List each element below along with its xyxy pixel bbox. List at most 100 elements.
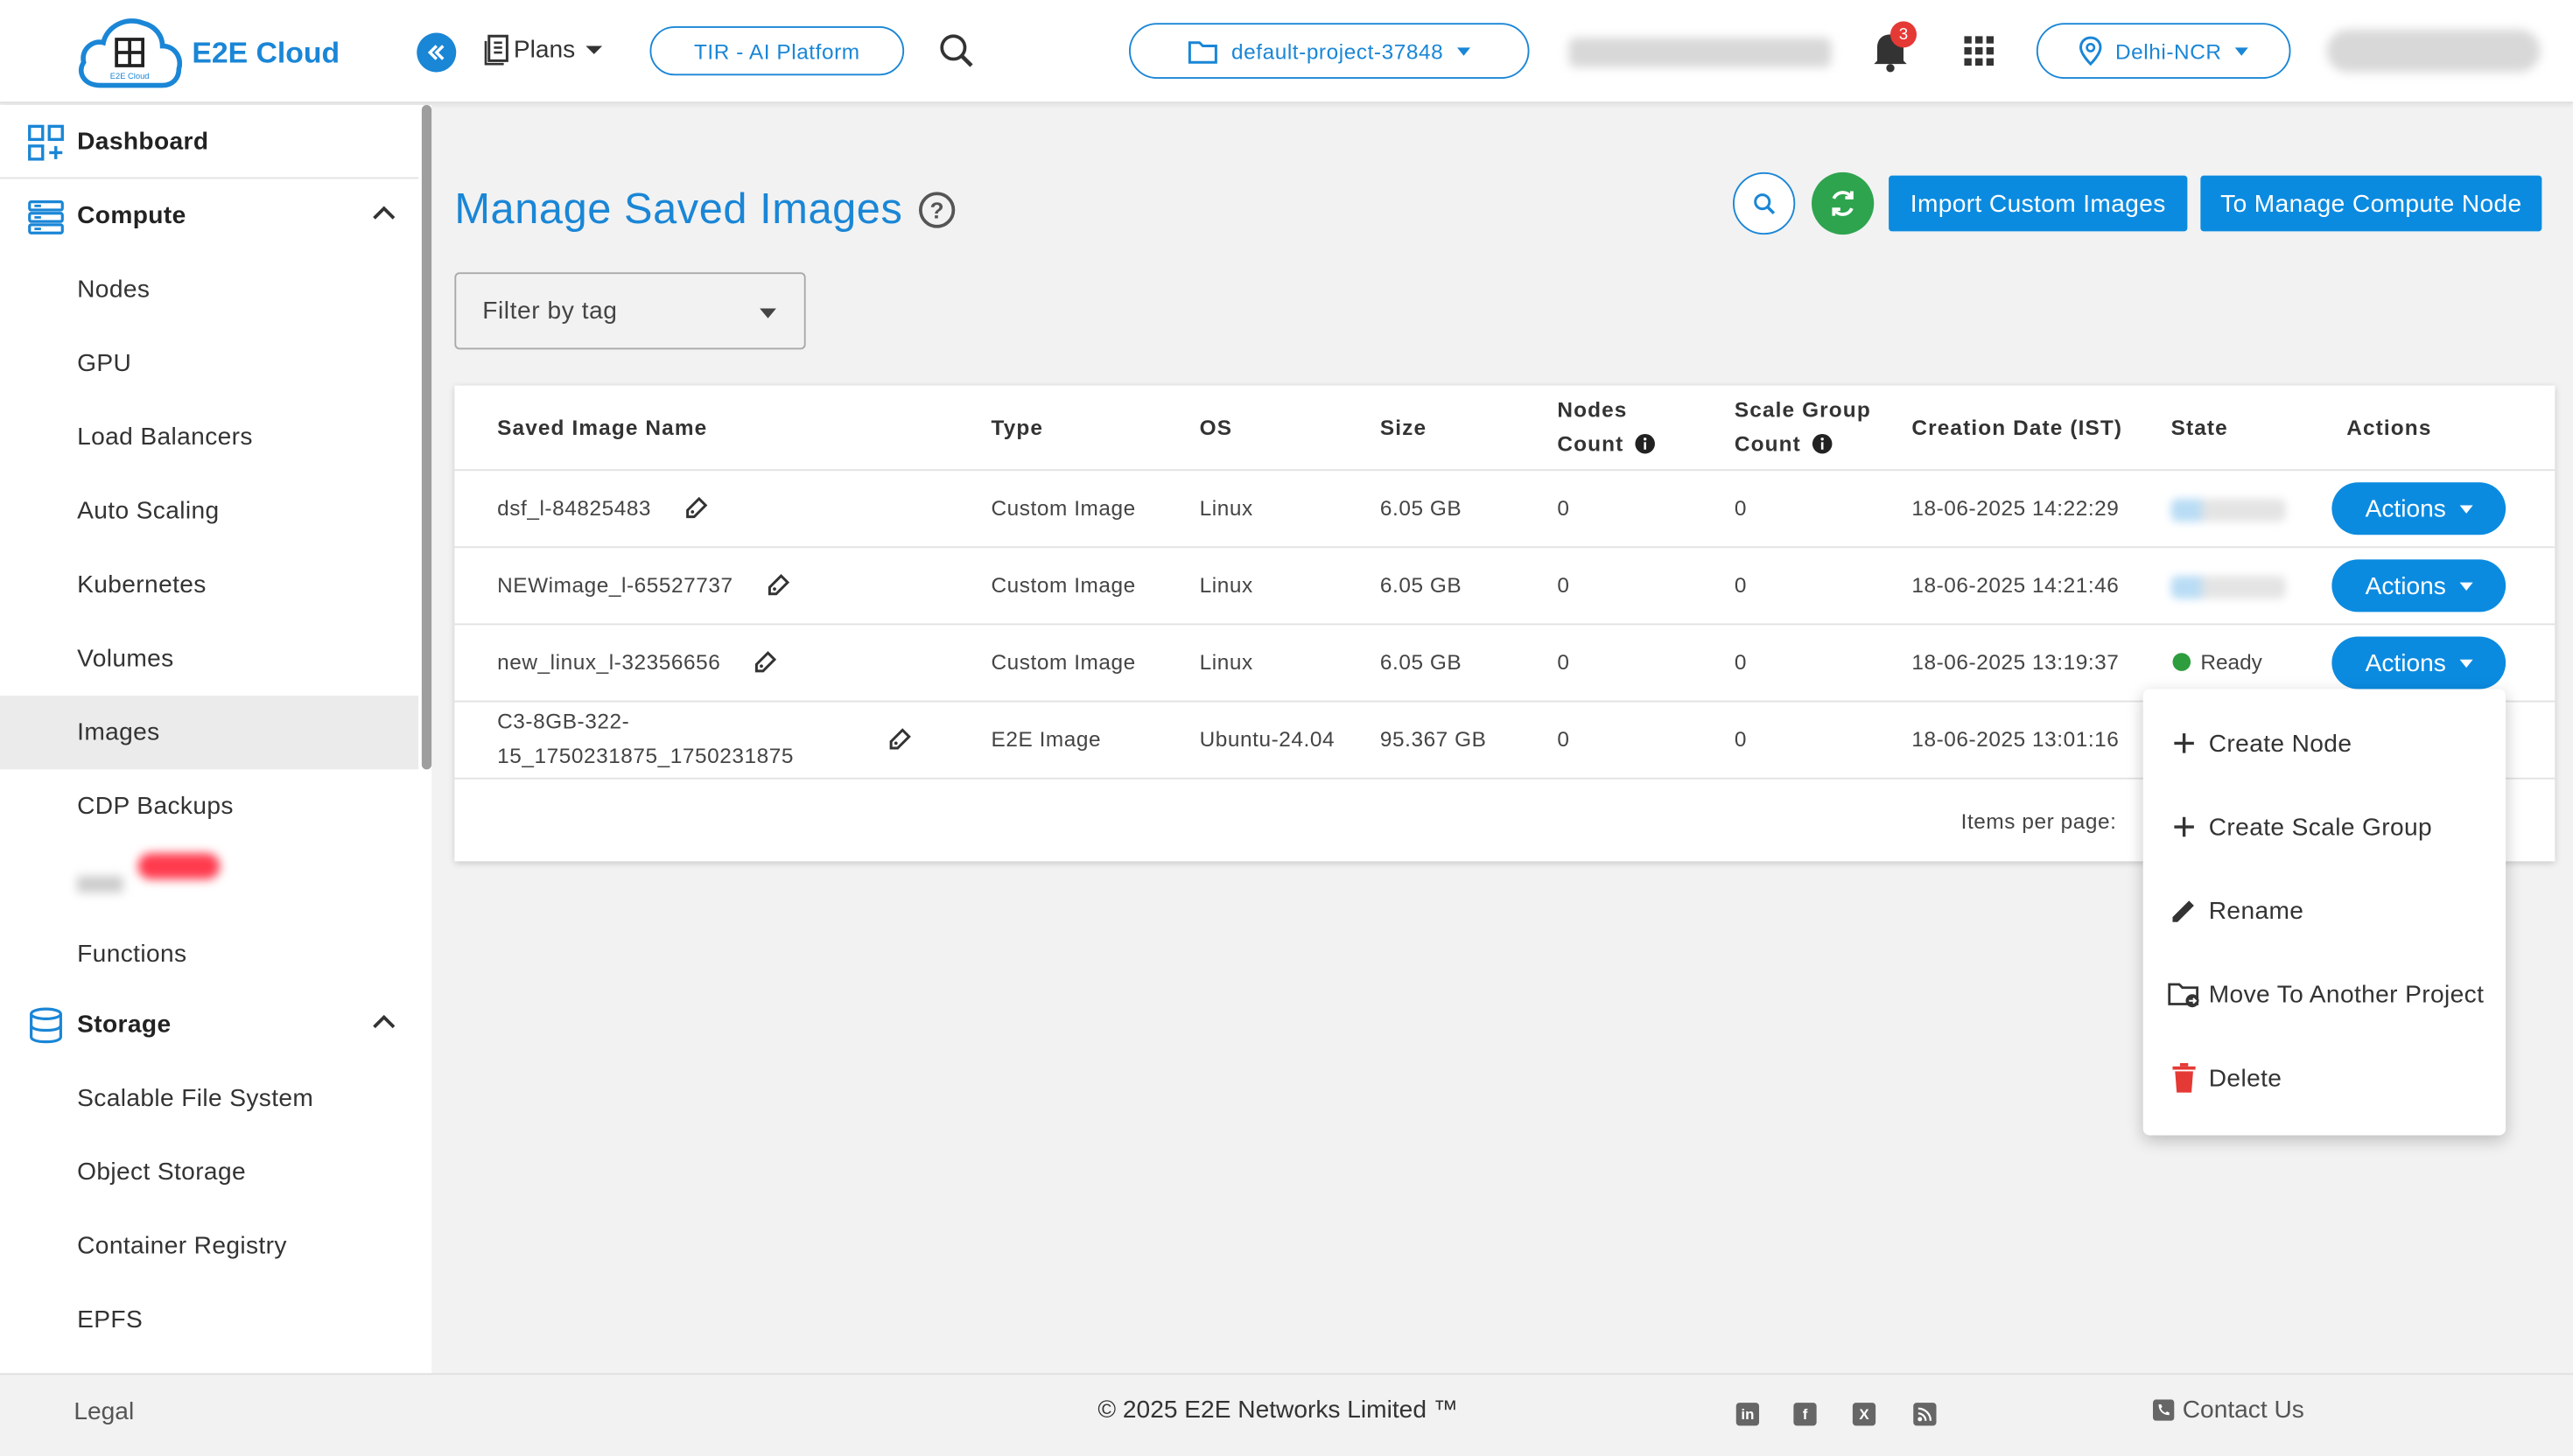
nodes-count: 0 <box>1557 649 1570 675</box>
image-name: new_linux_l-32356656 <box>497 649 721 675</box>
plus-icon <box>2168 727 2201 760</box>
plans-menu[interactable]: Plans <box>484 33 602 66</box>
sidebar-item-label: Kubernetes <box>77 570 207 599</box>
redacted-state <box>2170 576 2286 599</box>
redacted-user-menu[interactable] <box>2326 29 2541 73</box>
menu-item-create-scale-group[interactable]: Create Scale Group <box>2143 791 2506 864</box>
linkedin-icon[interactable]: in <box>1735 1403 1759 1426</box>
actions-button[interactable]: Actions <box>2331 482 2506 536</box>
items-per-page-label: Items per page: <box>1960 808 2117 834</box>
menu-item-delete[interactable]: Delete <box>2143 1042 2506 1115</box>
column-header-size[interactable]: Size <box>1380 410 1427 444</box>
edit-tag-icon[interactable] <box>887 727 913 753</box>
x-twitter-icon[interactable]: X <box>1852 1403 1876 1426</box>
sidebar-item-redacted[interactable] <box>0 844 418 917</box>
chevron-up-icon[interactable] <box>373 1014 396 1031</box>
sidebar-item-kubernetes[interactable]: Kubernetes <box>0 548 418 621</box>
column-header-type[interactable]: Type <box>992 410 1044 444</box>
chevron-up-icon[interactable] <box>373 205 396 221</box>
region-label: Delhi-NCR <box>2115 38 2222 64</box>
redacted-badge <box>137 853 221 879</box>
column-header-scale-group-count[interactable]: Scale Group Count <box>1735 392 1871 461</box>
image-name: NEWimage_l-65527737 <box>497 572 733 598</box>
plus-icon <box>2168 810 2201 844</box>
info-icon[interactable] <box>1634 433 1655 454</box>
sidebar-item-dashboard[interactable]: Dashboard <box>0 105 418 178</box>
sidebar-item-object-storage[interactable]: Object Storage <box>0 1136 418 1209</box>
sidebar-item-scalable-file-system[interactable]: Scalable File System <box>0 1061 418 1135</box>
sidebar-item-auto-scaling[interactable]: Auto Scaling <box>0 474 418 548</box>
edit-tag-icon[interactable] <box>752 650 778 676</box>
help-icon[interactable]: ? <box>919 191 956 228</box>
caret-down-icon <box>585 45 602 53</box>
filter-by-tag-select[interactable]: Filter by tag <box>454 272 806 350</box>
logo[interactable]: E2E Cloud E2E Cloud <box>77 17 340 89</box>
state-ready: Ready <box>2172 649 2262 675</box>
menu-item-move-to-another-project[interactable]: Move To Another Project <box>2143 958 2506 1031</box>
sidebar-item-functions[interactable]: Functions <box>0 917 418 990</box>
column-header-line: Count <box>1557 431 1624 457</box>
info-icon[interactable] <box>1811 433 1832 454</box>
creation-date: 18-06-2025 13:01:16 <box>1911 726 2120 752</box>
page-title-text: Manage Saved Images <box>454 184 903 234</box>
rss-icon[interactable] <box>1913 1403 1937 1426</box>
scale-group-count: 0 <box>1734 572 1747 598</box>
sidebar-section-compute[interactable]: Compute <box>0 178 418 252</box>
pencil-icon <box>2168 894 2201 928</box>
contact-us-link[interactable]: Contact Us <box>2153 1396 2304 1424</box>
sidebar-item-label: Auto Scaling <box>77 497 220 525</box>
search-button[interactable] <box>1733 172 1796 235</box>
manage-compute-node-button[interactable]: To Manage Compute Node <box>2200 175 2542 232</box>
sidebar-item-images[interactable]: Images <box>0 696 419 770</box>
column-header-creation-date[interactable]: Creation Date (IST) <box>1911 410 2122 444</box>
location-pin-icon <box>2079 36 2102 66</box>
legal-link[interactable]: Legal <box>74 1398 134 1426</box>
apps-grid-icon[interactable] <box>1964 36 1995 74</box>
tir-ai-platform-button[interactable]: TIR - AI Platform <box>649 26 905 76</box>
sidebar-scrollbar[interactable] <box>421 105 432 770</box>
menu-item-create-node[interactable]: Create Node <box>2143 707 2506 780</box>
table-row: dsf_l-84825483 Custom Image Linux 6.05 G… <box>454 469 2555 546</box>
sidebar-item-label: Nodes <box>77 276 151 304</box>
menu-item-rename[interactable]: Rename <box>2143 874 2506 947</box>
column-header-os[interactable]: OS <box>1200 410 1232 444</box>
refresh-button[interactable] <box>1812 172 1875 235</box>
sidebar-section-storage[interactable]: Storage <box>0 988 418 1061</box>
sidebar-item-gpu[interactable]: GPU <box>0 326 418 400</box>
image-size: 6.05 GB <box>1379 649 1462 675</box>
collapse-sidebar-button[interactable] <box>417 32 457 73</box>
column-header-name[interactable]: Saved Image Name <box>497 410 707 444</box>
import-custom-images-button[interactable]: Import Custom Images <box>1889 175 2188 232</box>
menu-item-label: Create Scale Group <box>2208 813 2433 841</box>
sidebar-item-nodes[interactable]: Nodes <box>0 253 418 326</box>
search-icon[interactable] <box>939 33 975 78</box>
facebook-icon[interactable]: f <box>1793 1403 1817 1426</box>
sidebar-item-label: GPU <box>77 349 132 378</box>
redacted-state <box>2170 499 2286 522</box>
trash-icon <box>2168 1061 2201 1095</box>
sidebar-item-label: Container Registry <box>77 1232 287 1260</box>
region-selector[interactable]: Delhi-NCR <box>2036 23 2291 79</box>
sidebar-item-label: Dashboard <box>77 128 209 157</box>
actions-button-label: Actions <box>2365 648 2446 677</box>
edit-tag-icon[interactable] <box>765 572 791 598</box>
state-label: Ready <box>2200 649 2262 675</box>
sidebar-item-label: CDP Backups <box>77 792 234 821</box>
image-os: Linux <box>1199 649 1253 675</box>
sidebar-item-epfs[interactable]: EPFS <box>0 1283 418 1356</box>
sidebar-item-container-registry[interactable]: Container Registry <box>0 1209 418 1283</box>
page-title: Manage Saved Images ? <box>454 184 956 234</box>
project-selector[interactable]: default-project-37848 <box>1129 23 1530 79</box>
caret-down-icon <box>2458 658 2472 668</box>
actions-button[interactable]: Actions <box>2331 559 2506 612</box>
sidebar-item-cdp-backups[interactable]: CDP Backups <box>0 769 418 843</box>
sidebar-item-volumes[interactable]: Volumes <box>0 622 418 696</box>
sidebar-item-load-balancers[interactable]: Load Balancers <box>0 401 418 474</box>
caret-down-icon <box>2458 504 2472 513</box>
image-type: Custom Image <box>991 572 1136 598</box>
image-size: 6.05 GB <box>1379 495 1462 521</box>
column-header-state[interactable]: State <box>2171 410 2228 444</box>
edit-tag-icon[interactable] <box>683 495 709 522</box>
column-header-nodes-count[interactable]: Nodes Count <box>1557 392 1655 461</box>
actions-button-open[interactable]: Actions <box>2331 636 2506 690</box>
